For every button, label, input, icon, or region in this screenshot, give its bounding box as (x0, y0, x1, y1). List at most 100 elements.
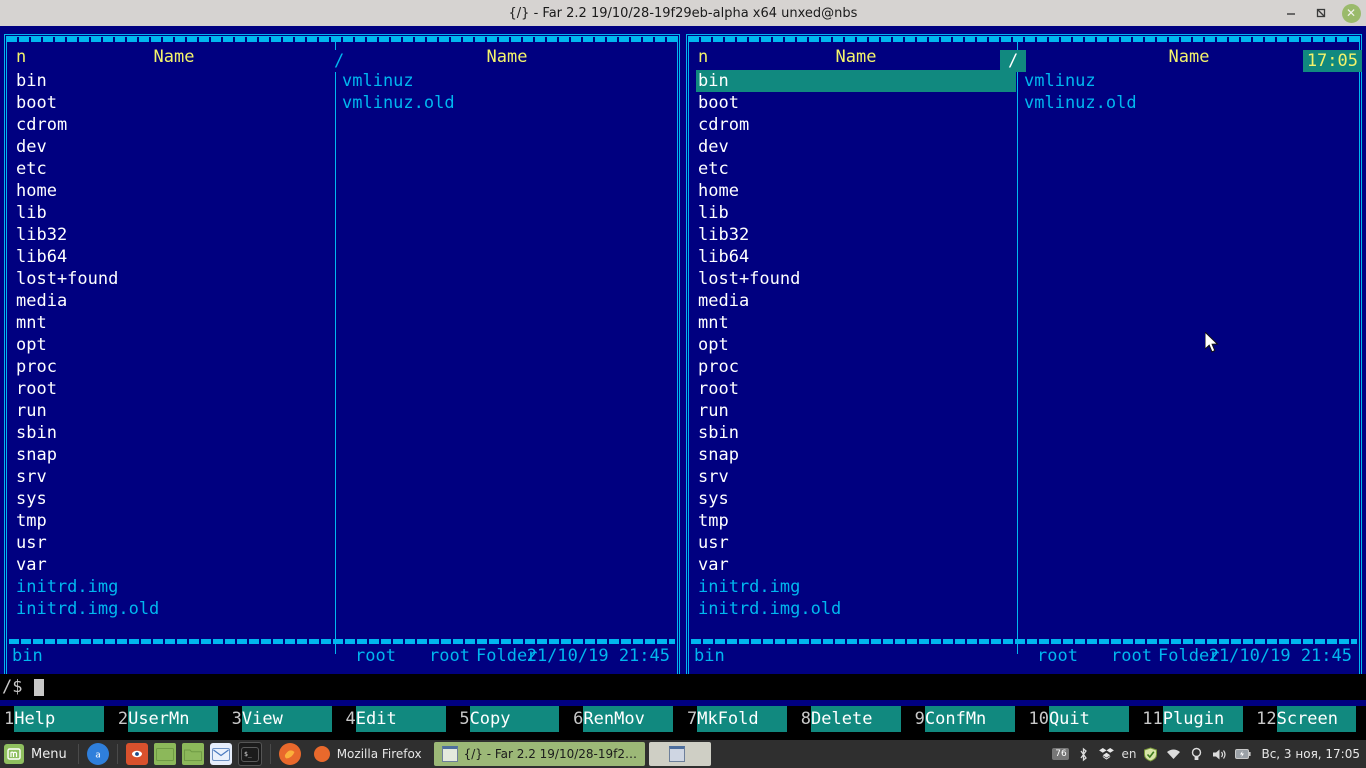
file-list-item[interactable]: proc (14, 356, 334, 378)
function-key-f3[interactable]: 3View (228, 706, 342, 732)
file-list-item[interactable]: media (696, 290, 1016, 312)
command-line[interactable]: /$ (0, 674, 1366, 700)
file-list-item[interactable]: dev (696, 136, 1016, 158)
file-list-item[interactable]: srv (14, 466, 334, 488)
function-key-f11[interactable]: 11Plugin (1138, 706, 1252, 732)
brightness-icon[interactable] (1188, 746, 1205, 763)
taskbar-window-button[interactable] (649, 742, 711, 766)
file-list-item[interactable]: initrd.img.old (14, 598, 334, 620)
window-minimize-button[interactable] (1276, 0, 1306, 26)
file-list-item[interactable]: run (696, 400, 1016, 422)
file-list-item[interactable]: vmlinuz.old (340, 92, 670, 114)
terminal-icon[interactable]: $_ (238, 742, 262, 766)
file-list-item[interactable]: dev (14, 136, 334, 158)
ubuntu-software-icon[interactable]: a (87, 743, 109, 765)
file-list-item[interactable]: initrd.img (696, 576, 1016, 598)
taskbar-window-button[interactable]: Mozilla Firefox (306, 742, 430, 766)
start-menu-button[interactable]: Menu (0, 740, 73, 768)
function-key-f5[interactable]: 5Copy (455, 706, 569, 732)
dropbox-icon[interactable] (1098, 746, 1115, 763)
file-list-item[interactable]: lib (696, 202, 1016, 224)
function-key-f8[interactable]: 8Delete (797, 706, 911, 732)
file-list-item[interactable]: boot (14, 92, 334, 114)
file-list-item-selected[interactable]: bin (696, 70, 1016, 92)
volume-icon[interactable] (1211, 746, 1228, 763)
file-list-item[interactable]: usr (696, 532, 1016, 554)
file-list-item[interactable]: vmlinuz.old (1022, 92, 1352, 114)
function-key-f7[interactable]: 7MkFold (683, 706, 797, 732)
right-file-panel[interactable]: n Name Name binbootcdromdevetchomeliblib… (686, 34, 1362, 690)
file-list-item[interactable]: etc (696, 158, 1016, 180)
far-manager-terminal[interactable]: n Name Name binbootcdromdevetchomeliblib… (0, 26, 1366, 732)
window-titlebar[interactable]: {/} - Far 2.2 19/10/28-19f29eb-alpha x64… (0, 0, 1366, 26)
file-list-item[interactable]: bin (14, 70, 334, 92)
network-wifi-icon[interactable] (1165, 746, 1182, 763)
folder-icon[interactable] (182, 743, 204, 765)
file-list-item[interactable]: initrd.img.old (696, 598, 1016, 620)
file-list-item[interactable]: vmlinuz (1022, 70, 1352, 92)
file-list-item[interactable]: lib32 (696, 224, 1016, 246)
file-list-item[interactable]: snap (696, 444, 1016, 466)
file-list-item[interactable]: lost+found (14, 268, 334, 290)
file-list-item[interactable]: mnt (696, 312, 1016, 334)
file-list-item[interactable]: home (14, 180, 334, 202)
file-list-item[interactable]: lib32 (14, 224, 334, 246)
file-list-item[interactable]: lib64 (14, 246, 334, 268)
function-key-f10[interactable]: 10Quit (1024, 706, 1138, 732)
function-key-f12[interactable]: 12Screen (1252, 706, 1366, 732)
function-key-f4[interactable]: 4Edit (341, 706, 455, 732)
file-list-item[interactable]: root (14, 378, 334, 400)
file-list-item[interactable]: opt (14, 334, 334, 356)
file-list-item[interactable]: var (696, 554, 1016, 576)
file-list-item[interactable]: home (696, 180, 1016, 202)
file-list-item[interactable]: proc (696, 356, 1016, 378)
right-panel-path-label[interactable]: / (1000, 50, 1026, 72)
file-list-item[interactable]: sys (696, 488, 1016, 510)
file-list-item[interactable]: cdrom (14, 114, 334, 136)
left-panel-file-column-2[interactable]: vmlinuzvmlinuz.old (340, 70, 670, 114)
bluetooth-icon[interactable] (1075, 746, 1092, 763)
file-list-item[interactable]: tmp (696, 510, 1016, 532)
file-list-item[interactable]: initrd.img (14, 576, 334, 598)
file-list-item[interactable]: sbin (696, 422, 1016, 444)
battery-icon[interactable] (1234, 746, 1251, 763)
left-panel-path-label[interactable]: / (326, 50, 352, 72)
file-list-item[interactable]: var (14, 554, 334, 576)
system-tray[interactable]: 76 en (1052, 746, 1366, 763)
file-list-item[interactable]: sbin (14, 422, 334, 444)
file-list-item[interactable]: srv (696, 466, 1016, 488)
taskbar-window-button[interactable]: {/} - Far 2.2 19/10/28-19f2… (434, 742, 645, 766)
file-list-item[interactable]: media (14, 290, 334, 312)
right-panel-file-column-1[interactable]: binbootcdromdevetchomeliblib32lib64lost+… (696, 70, 1014, 620)
file-list-item[interactable]: sys (14, 488, 334, 510)
left-file-panel[interactable]: n Name Name binbootcdromdevetchomeliblib… (4, 34, 680, 690)
file-list-item[interactable]: vmlinuz (340, 70, 670, 92)
eye-of-gnome-icon[interactable] (126, 743, 148, 765)
file-list-item[interactable]: mnt (14, 312, 334, 334)
function-key-f9[interactable]: 9ConfMn (911, 706, 1025, 732)
function-key-f2[interactable]: 2UserMn (114, 706, 228, 732)
keyboard-layout-indicator[interactable]: en (1121, 747, 1136, 761)
file-list-item[interactable]: run (14, 400, 334, 422)
file-manager-icon[interactable] (154, 743, 176, 765)
file-list-item[interactable]: lib (14, 202, 334, 224)
file-list-item[interactable]: lib64 (696, 246, 1016, 268)
file-list-item[interactable]: snap (14, 444, 334, 466)
taskbar-window-list[interactable]: Mozilla Firefox{/} - Far 2.2 19/10/28-19… (304, 742, 713, 766)
taskbar-clock[interactable]: Вс, 3 ноя, 17:05 (1261, 747, 1360, 761)
file-list-item[interactable]: etc (14, 158, 334, 180)
update-shield-icon[interactable] (1142, 746, 1159, 763)
function-key-bar[interactable]: 1Help2UserMn3View4Edit5Copy6RenMov7MkFol… (0, 706, 1366, 732)
file-list-item[interactable]: root (696, 378, 1016, 400)
mail-icon[interactable] (210, 743, 232, 765)
file-list-item[interactable]: usr (14, 532, 334, 554)
file-list-item[interactable]: opt (696, 334, 1016, 356)
right-panel-file-column-2[interactable]: vmlinuzvmlinuz.old (1022, 70, 1352, 114)
file-list-item[interactable]: boot (696, 92, 1016, 114)
tray-badge[interactable]: 76 (1052, 748, 1069, 760)
function-key-f6[interactable]: 6RenMov (569, 706, 683, 732)
firefox-launcher-icon[interactable] (279, 743, 301, 765)
left-panel-file-column-1[interactable]: binbootcdromdevetchomeliblib32lib64lost+… (14, 70, 332, 620)
window-maximize-button[interactable] (1306, 0, 1336, 26)
file-list-item[interactable]: tmp (14, 510, 334, 532)
